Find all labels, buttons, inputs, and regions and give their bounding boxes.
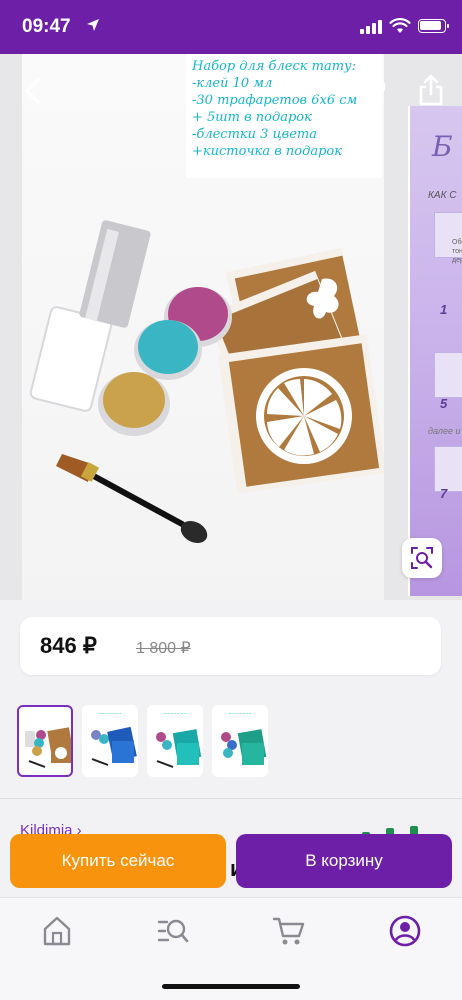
svg-text:~~~~~~~: ~~~~~~~ [163, 711, 186, 716]
battery-icon [418, 19, 449, 33]
product-caption: Набор для блеск тату: -клей 10 мл -30 тр… [186, 54, 382, 178]
visual-search-icon [411, 547, 433, 569]
side-step-7 [434, 446, 462, 492]
status-bar: 09:47 [0, 0, 462, 54]
side-photo-subtext: далее и [428, 426, 461, 436]
thumbnail-1-image [25, 727, 71, 768]
brush [56, 454, 208, 544]
thumbnail-1[interactable] [17, 705, 73, 777]
profile-icon[interactable] [388, 914, 422, 948]
price-old: 1 800 ₽ [136, 640, 191, 657]
wifi-icon [389, 18, 411, 33]
side-step-5 [434, 352, 462, 398]
home-icon[interactable] [40, 914, 74, 948]
side-photo-how: КАК С [428, 190, 457, 201]
svg-text:~~~~~~~: ~~~~~~~ [228, 711, 251, 716]
caption-line: Набор для блеск тату: [192, 59, 356, 74]
cart-icon[interactable] [272, 914, 306, 948]
side-step-num-1: 1 [440, 302, 448, 317]
svg-text:~~~~~~~: ~~~~~~~ [98, 711, 121, 716]
product-page: 09:47 Б КАК С 1 Об тон дер 5 далее и 7 Н… [0, 0, 462, 1000]
share-icon[interactable] [418, 74, 444, 106]
side-step-num-7: 7 [440, 486, 448, 501]
thumbnail-4-image: ~~~~~~~ [221, 711, 267, 765]
heart-icon[interactable] [356, 78, 386, 106]
caption-line: + 5шт в подарок [192, 110, 312, 125]
home-indicator [162, 984, 300, 989]
price-current: 846 ₽ [40, 633, 97, 658]
side-photo-title: Б [432, 130, 453, 163]
next-product-photo[interactable]: Б КАК С 1 Обезж тоник держ 5 далее и 7 [408, 106, 462, 596]
catalog-search-icon[interactable] [156, 914, 190, 948]
caption-line: +кисточка в подарок [192, 144, 342, 159]
thumbnail-strip: ~~~~~~~ ~~~~~~~ ~~~~~~~ [0, 700, 462, 782]
caption-line: -30 трафаретов 6х6 см [192, 93, 358, 108]
section-divider [0, 798, 462, 799]
thumbnail-4[interactable]: ~~~~~~~ [212, 705, 268, 777]
side-step-num-5: 5 [440, 396, 448, 411]
thumbnail-3[interactable]: ~~~~~~~ [147, 705, 203, 777]
product-gallery[interactable]: Б КАК С 1 Обезж тоник держ 5 далее и 7 Н… [0, 54, 462, 600]
location-arrow-icon [87, 19, 99, 31]
thumbnail-2-image: ~~~~~~~ [91, 711, 137, 766]
caption-line: -клей 10 мл [192, 76, 273, 91]
back-chevron-icon[interactable] [18, 76, 48, 106]
caption-line: -блестки 3 цвета [192, 127, 317, 142]
cellular-signal-icon [360, 20, 382, 34]
visual-search-button[interactable] [402, 538, 442, 578]
add-to-cart-button[interactable]: В корзину [236, 834, 452, 888]
thumbnail-2[interactable]: ~~~~~~~ [82, 705, 138, 777]
status-time: 09:47 [22, 16, 71, 37]
stencil-stack [205, 247, 384, 494]
side-step-text: Обезж тоник держ [452, 239, 462, 264]
price-card: 846 ₽ 1 800 ₽ [20, 617, 441, 675]
buy-now-button[interactable]: Купить сейчас [10, 834, 226, 888]
thumbnail-3-image: ~~~~~~~ [156, 711, 202, 768]
